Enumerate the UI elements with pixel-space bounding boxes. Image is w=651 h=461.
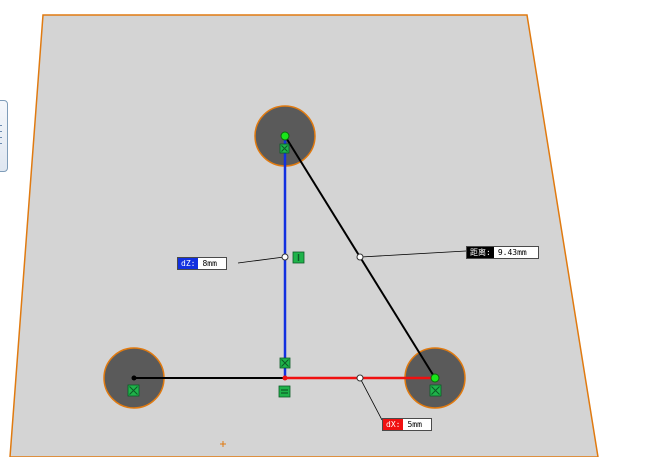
- distance-dimension-name: 距离:: [467, 247, 494, 258]
- collapsed-panel-tab[interactable]: [0, 100, 8, 172]
- grip-mark: [0, 125, 2, 126]
- distance-midpoint[interactable]: [356, 253, 364, 261]
- distance-dimension-value[interactable]: 9.43mm: [493, 247, 538, 258]
- dx-dimension-label[interactable]: dX: 5mm: [382, 418, 433, 431]
- dx-dimension-value[interactable]: 5mm: [403, 419, 432, 430]
- grip-mark: [0, 137, 2, 138]
- right-center-point[interactable]: [430, 373, 440, 383]
- coincident-relation-icon: [429, 384, 442, 397]
- coincident-relation-icon: [279, 143, 290, 154]
- dz-dimension-value[interactable]: 8mm: [198, 258, 227, 269]
- coincident-relation-icon: [279, 357, 291, 369]
- left-center-point[interactable]: [131, 375, 137, 381]
- graphics-area[interactable]: dZ: 8mm 距离: 9.43mm dX: 5mm: [0, 0, 651, 458]
- distance-dimension-label[interactable]: 距离: 9.43mm: [466, 246, 539, 259]
- grip-mark: [0, 131, 2, 132]
- dx-dimension-name: dX:: [383, 419, 404, 430]
- grip-mark: [0, 143, 2, 144]
- corner-point[interactable]: [282, 375, 288, 381]
- dz-dimension-name: dZ:: [178, 258, 199, 269]
- horizontal-relation-icon: [278, 385, 291, 398]
- sketch-canvas[interactable]: [0, 0, 651, 458]
- coincident-relation-icon: [127, 384, 140, 397]
- sketch-plane[interactable]: [9, 14, 599, 458]
- dx-midpoint[interactable]: [356, 374, 364, 382]
- dz-dimension-label[interactable]: dZ: 8mm: [177, 257, 228, 270]
- vertical-relation-icon: [292, 251, 305, 264]
- dz-midpoint[interactable]: [281, 253, 289, 261]
- top-center-point[interactable]: [280, 131, 290, 141]
